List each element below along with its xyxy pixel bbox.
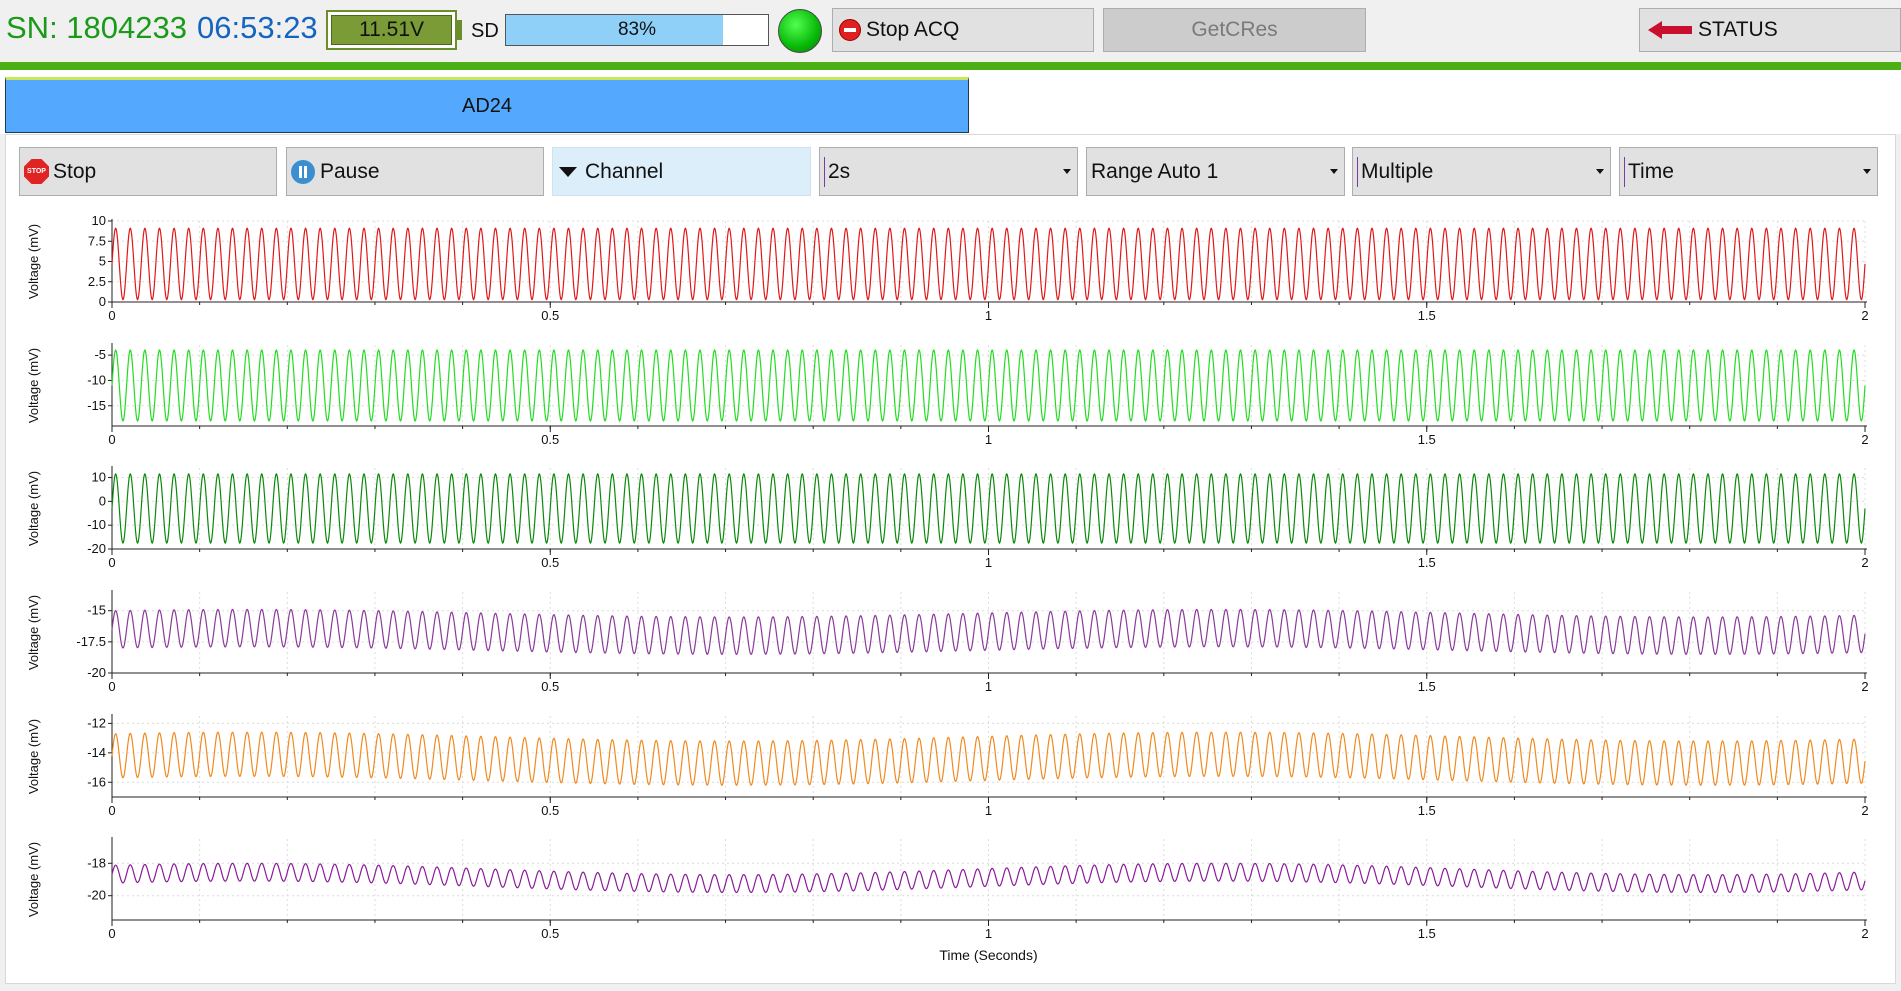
y-tick-label: -14 xyxy=(87,745,106,760)
series-line xyxy=(111,227,1866,301)
y-tick-label: 2.5 xyxy=(88,274,106,289)
x-tick-label: 1 xyxy=(985,679,992,694)
chart-5: -16 -14 -12 0 0.5 1 1.5 2 Voltage (mV) xyxy=(26,714,1869,818)
y-tick-label: 0 xyxy=(99,294,106,309)
series-line xyxy=(111,862,1866,894)
y-tick-label: -12 xyxy=(87,715,106,730)
y-tick-label: -10 xyxy=(87,372,106,387)
x-tick-label: 0.5 xyxy=(541,679,559,694)
y-tick-label: -16 xyxy=(87,774,106,789)
x-tick-label: 2 xyxy=(1861,308,1868,323)
x-tick-label: 0.5 xyxy=(541,555,559,570)
y-axis-label: Voltage (mV) xyxy=(26,348,41,423)
chart-4: -20 -17.5 -15 0 0.5 1 1.5 2 Voltage (mV) xyxy=(26,590,1869,694)
y-tick-label: -17.5 xyxy=(76,634,106,649)
y-axis-label: Voltage (mV) xyxy=(26,719,41,794)
x-tick-label: 0.5 xyxy=(541,432,559,447)
y-tick-label: 7.5 xyxy=(88,233,106,248)
x-tick-label: 2 xyxy=(1861,432,1868,447)
x-tick-label: 2 xyxy=(1861,803,1868,818)
x-tick-label: 0 xyxy=(108,555,115,570)
y-tick-label: 10 xyxy=(92,213,106,228)
y-tick-label: 0 xyxy=(99,493,106,508)
y-tick-label: -10 xyxy=(87,517,106,532)
x-tick-label: 1 xyxy=(985,432,992,447)
y-tick-label: -5 xyxy=(94,347,106,362)
x-tick-label: 0.5 xyxy=(541,926,559,941)
y-tick-label: -20 xyxy=(87,888,106,903)
x-tick-label: 0.5 xyxy=(541,803,559,818)
x-tick-label: 1 xyxy=(985,803,992,818)
x-tick-label: 0 xyxy=(108,803,115,818)
y-tick-label: -20 xyxy=(87,665,106,680)
x-tick-label: 1 xyxy=(985,926,992,941)
y-tick-label: -18 xyxy=(87,855,106,870)
x-tick-label: 1.5 xyxy=(1418,679,1436,694)
y-tick-label: 5 xyxy=(99,254,106,269)
x-axis-label: Time (Seconds) xyxy=(939,947,1037,963)
x-tick-label: 1.5 xyxy=(1418,308,1436,323)
x-tick-label: 2 xyxy=(1861,926,1868,941)
x-tick-label: 0 xyxy=(108,679,115,694)
y-axis-label: Voltage (mV) xyxy=(26,224,41,299)
x-tick-label: 2 xyxy=(1861,679,1868,694)
x-tick-label: 1.5 xyxy=(1418,926,1436,941)
x-tick-label: 0 xyxy=(108,926,115,941)
x-tick-label: 2 xyxy=(1861,555,1868,570)
y-tick-label: -15 xyxy=(87,398,106,413)
y-axis-label: Voltage (mV) xyxy=(26,595,41,670)
waveform-plots: 02.557.5100 0.5 1 1.5 2Voltage (mV)-15-10-50… xyxy=(26,213,1869,963)
y-tick-label: 10 xyxy=(92,470,106,485)
x-tick-label: 1 xyxy=(985,308,992,323)
x-tick-label: 0 xyxy=(108,432,115,447)
chart-2: -15 -10 -5 0 0.5 1 1.5 2 Voltage (mV) xyxy=(26,343,1869,447)
x-tick-label: 0.5 xyxy=(541,308,559,323)
chart-6: -20 -18 0 0.5 1 1.5 2 Voltage (mV) Time (Seconds… xyxy=(26,837,1869,963)
x-tick-label: 1.5 xyxy=(1418,803,1436,818)
chart-3: -20 -10 0 10 0 0.5 1 1.5 2 Voltage (mV) xyxy=(26,466,1869,570)
x-tick-label: 1 xyxy=(985,555,992,570)
x-tick-label: 1.5 xyxy=(1418,555,1436,570)
y-axis-label: Voltage (mV) xyxy=(26,471,41,546)
y-axis-label: Voltage (mV) xyxy=(26,842,41,917)
y-tick-label: -15 xyxy=(87,603,106,618)
x-tick-label: 0 xyxy=(108,308,115,323)
y-tick-label: -20 xyxy=(87,541,106,556)
x-tick-label: 1.5 xyxy=(1418,432,1436,447)
chart-1: 0 2.5 5 7.5 10 0 0.5 1 1.5 2 Voltage (mV) xyxy=(26,213,1869,323)
